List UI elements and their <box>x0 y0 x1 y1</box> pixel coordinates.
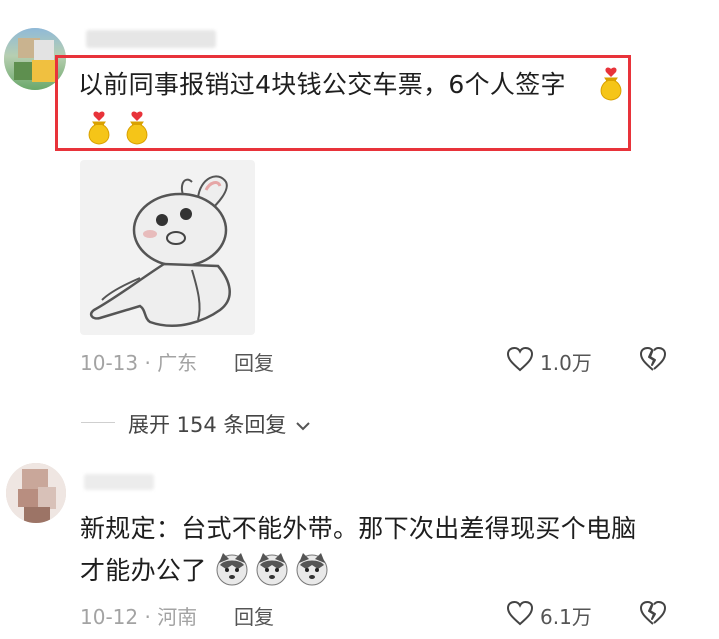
comment-meta: 10-13 · 广东 <box>80 347 197 376</box>
comment-text: 新规定：台式不能外带。那下次出差得现买个电脑 <box>80 507 637 551</box>
money-bag-icon <box>88 111 110 145</box>
husky-face-icon <box>216 553 248 586</box>
reply-button[interactable]: 回复 <box>234 601 274 630</box>
husky-face-icon <box>296 553 328 586</box>
expand-divider <box>81 422 115 423</box>
sticker-image[interactable] <box>80 160 255 335</box>
comment-text: 以前同事报销过4块钱公交车票，6个人签字 <box>78 63 566 107</box>
chevron-down-icon <box>296 422 310 431</box>
heart-icon[interactable] <box>506 600 534 626</box>
comment-text-line: 新规定：台式不能外带。那下次出差得现买个电脑 <box>80 514 637 543</box>
comment-text: 才能办公了 <box>80 549 207 593</box>
username[interactable] <box>84 474 154 490</box>
rabbit-sticker-icon <box>89 175 231 327</box>
date-location: 10-13 · 广东 <box>80 351 198 375</box>
reply-button[interactable]: 回复 <box>234 347 274 376</box>
money-bag-icon <box>126 111 148 145</box>
like-count: 1.0万 <box>540 351 592 375</box>
username[interactable] <box>86 30 216 48</box>
comment-meta: 10-12 · 河南 <box>80 601 197 630</box>
avatar[interactable] <box>6 463 66 523</box>
money-bag-icon <box>600 67 622 101</box>
date-location: 10-12 · 河南 <box>80 605 198 629</box>
heart-icon[interactable] <box>506 346 534 372</box>
comment-text-line: 以前同事报销过4块钱公交车票，6个人签字 <box>78 70 566 99</box>
dislike-icon[interactable] <box>639 600 667 626</box>
expand-replies-button[interactable]: 展开 154 条回复 <box>128 409 311 439</box>
expand-replies-label: 展开 154 条回复 <box>128 413 287 437</box>
husky-face-icon <box>256 553 288 586</box>
comment-text-line: 才能办公了 <box>80 556 207 585</box>
dislike-icon[interactable] <box>639 346 667 372</box>
like-count: 6.1万 <box>540 605 592 629</box>
